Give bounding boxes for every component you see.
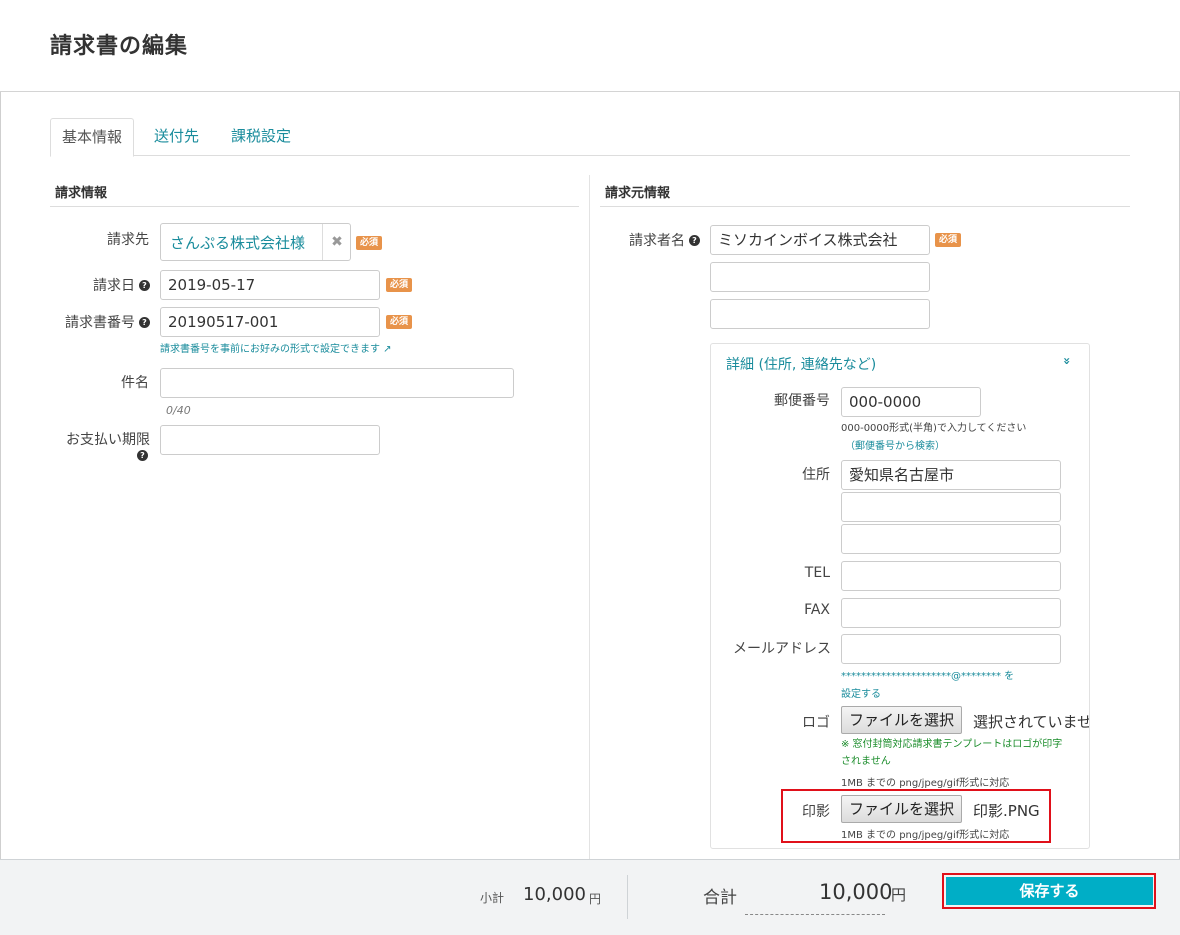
address-line1-input[interactable]: 愛知県名古屋市 xyxy=(841,460,1061,490)
client-name[interactable]: さんぷる株式会社様 xyxy=(170,232,305,253)
fax-label: FAX xyxy=(804,602,830,618)
tel-label: TEL xyxy=(804,565,830,581)
tab-bar: 基本情報 送付先 課税設定 xyxy=(50,118,1130,157)
logo-file-status: 選択されていませ xyxy=(973,713,1089,731)
invoice-number-label: 請求書番号? xyxy=(30,312,150,332)
tab-tax-settings[interactable]: 課税設定 xyxy=(220,118,302,156)
invoice-date-label: 請求日? xyxy=(40,275,150,295)
invoice-date-input[interactable]: 2019-05-17 xyxy=(160,270,380,300)
section-divider xyxy=(50,206,579,207)
subtotal-unit: 円 xyxy=(589,892,602,906)
invoice-number-input[interactable]: 20190517-001 xyxy=(160,307,380,337)
postal-code-input[interactable]: 000-0000 xyxy=(841,387,981,417)
section-divider xyxy=(600,206,1130,207)
help-icon[interactable]: ? xyxy=(139,280,150,291)
column-divider xyxy=(589,175,590,859)
logo-label: ロゴ xyxy=(802,715,830,731)
logo-format-note: 1MB までの png/jpeg/gif形式に対応 xyxy=(841,778,1010,789)
help-icon[interactable]: ? xyxy=(137,450,148,461)
invoice-info-title: 請求情報 xyxy=(55,186,108,201)
logo-file-button[interactable]: ファイルを選択 xyxy=(841,706,963,734)
page-title: 請求書の編集 xyxy=(50,34,189,59)
address-line3-input[interactable] xyxy=(841,524,1061,554)
postal-format-note: 000-0000形式(半角)で入力してください xyxy=(841,423,1027,434)
subject-input[interactable] xyxy=(160,368,514,398)
issuer-name-label-text: 請求者名 xyxy=(629,233,685,249)
chevron-down-icon[interactable]: » xyxy=(1060,357,1074,365)
subject-label: 件名 xyxy=(121,375,149,391)
postal-label: 郵便番号 xyxy=(774,393,830,409)
issuer-name-line2-input[interactable] xyxy=(710,262,930,292)
required-badge: 必須 xyxy=(386,315,413,329)
details-toggle[interactable]: 詳細 (住所, 連絡先など) xyxy=(726,354,876,374)
footer-divider xyxy=(627,875,628,919)
help-icon[interactable]: ? xyxy=(689,235,700,246)
required-badge: 必須 xyxy=(386,278,413,292)
due-date-label: お支払い期限 xyxy=(66,432,150,448)
address-line2-input[interactable] xyxy=(841,492,1061,522)
email-label: メールアドレス xyxy=(733,641,831,657)
help-icon[interactable]: ? xyxy=(139,317,150,328)
total-unit: 円 xyxy=(891,886,907,904)
total-label: 合計 xyxy=(703,888,737,908)
issuer-info-title: 請求元情報 xyxy=(605,186,671,201)
email-hint-link[interactable]: **********************@******** を xyxy=(841,667,1014,682)
issuer-name-input[interactable]: ミソカインボイス株式会社 xyxy=(710,225,930,255)
save-highlight-box xyxy=(942,873,1156,909)
invoice-date-label-text: 請求日 xyxy=(93,278,135,294)
tab-recipient[interactable]: 送付先 xyxy=(143,118,210,156)
logo-warning: ※ 窓付封筒対応請求書テンプレートはロゴが印字されません xyxy=(841,739,1063,767)
tel-input[interactable] xyxy=(841,561,1061,591)
tab-basic-info[interactable]: 基本情報 xyxy=(50,118,135,157)
client-select[interactable]: さんぷる株式会社様 ✖ xyxy=(160,223,351,261)
invoice-number-settings-link[interactable]: 請求書番号を事前にお好みの形式で設定できます ↗ xyxy=(160,340,392,355)
required-badge: 必須 xyxy=(356,236,383,250)
issuer-name-line3-input[interactable] xyxy=(710,299,930,329)
total-underline xyxy=(745,914,885,915)
total-value: 10,000 xyxy=(819,880,893,904)
email-hint-link-line2[interactable]: 設定する xyxy=(841,685,881,700)
email-input[interactable] xyxy=(841,634,1061,664)
address-label: 住所 xyxy=(802,467,830,483)
subtotal-value: 10,000 xyxy=(523,884,586,905)
invoice-number-label-text: 請求書番号 xyxy=(65,315,135,331)
fax-input[interactable] xyxy=(841,598,1061,628)
subject-char-counter: 0/40 xyxy=(166,404,191,417)
subtotal-label: 小計 xyxy=(480,891,505,905)
clear-client-icon[interactable]: ✖ xyxy=(322,224,351,260)
page-header: 請求書の編集 xyxy=(0,0,1180,92)
postal-search-link[interactable]: （郵便番号から検索） xyxy=(845,437,945,452)
required-badge: 必須 xyxy=(935,233,962,247)
seal-highlight-box xyxy=(781,789,1051,843)
issuer-name-label: 請求者名? xyxy=(590,230,700,250)
client-label: 請求先 xyxy=(107,232,149,248)
due-date-input[interactable] xyxy=(160,425,380,455)
